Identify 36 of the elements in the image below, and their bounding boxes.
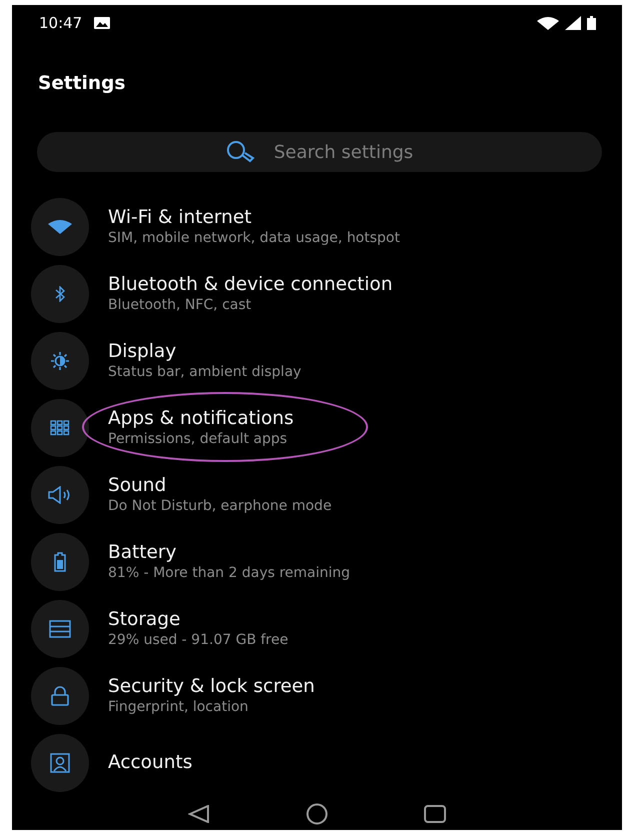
page-title: Settings (38, 72, 126, 96)
item-title[interactable]: Wi-Fi & internet (108, 206, 252, 229)
speaker-icon (48, 486, 72, 504)
search-field[interactable]: Search settings (37, 132, 602, 172)
bluetooth-icon (55, 286, 65, 302)
account-icon (50, 753, 70, 774)
recents-icon[interactable] (424, 804, 446, 822)
item-title[interactable]: Apps & notifications (108, 408, 294, 430)
item-title[interactable]: Battery (108, 542, 176, 564)
brightness-icon (50, 350, 70, 371)
item-subtitle: SIM, mobile network, data usage, hotspot (108, 228, 400, 247)
image-icon (94, 17, 110, 29)
item-subtitle: 29% used - 91.07 GB free (108, 631, 288, 650)
battery-icon (53, 552, 67, 572)
item-title[interactable]: Bluetooth & device connection (108, 274, 393, 296)
item-title[interactable]: Sound (108, 474, 166, 497)
signal-icon (565, 16, 581, 30)
item-subtitle: Fingerprint, location (108, 698, 248, 716)
item-subtitle: Do Not Disturb, earphone mode (108, 496, 332, 515)
grid-icon (50, 420, 70, 436)
item-subtitle: Bluetooth, NFC, cast (108, 296, 252, 314)
item-subtitle: 81% - More than 2 days remaining (108, 564, 350, 582)
home-icon[interactable] (306, 802, 328, 824)
item-title[interactable]: Display (108, 340, 176, 363)
padlock-icon (50, 686, 70, 706)
status-time: 10:47 (39, 14, 82, 32)
item-title[interactable]: Accounts (108, 752, 192, 774)
wifi-icon (48, 220, 72, 234)
battery-icon (587, 16, 596, 30)
wifi-icon (537, 16, 559, 30)
back-icon[interactable] (188, 804, 210, 822)
item-subtitle: Status bar, ambient display (108, 362, 302, 381)
item-title[interactable]: Security & lock screen (108, 676, 315, 698)
storage-icon (49, 620, 71, 638)
item-title[interactable]: Storage (108, 609, 180, 632)
item-subtitle: Permissions, default apps (108, 430, 288, 448)
